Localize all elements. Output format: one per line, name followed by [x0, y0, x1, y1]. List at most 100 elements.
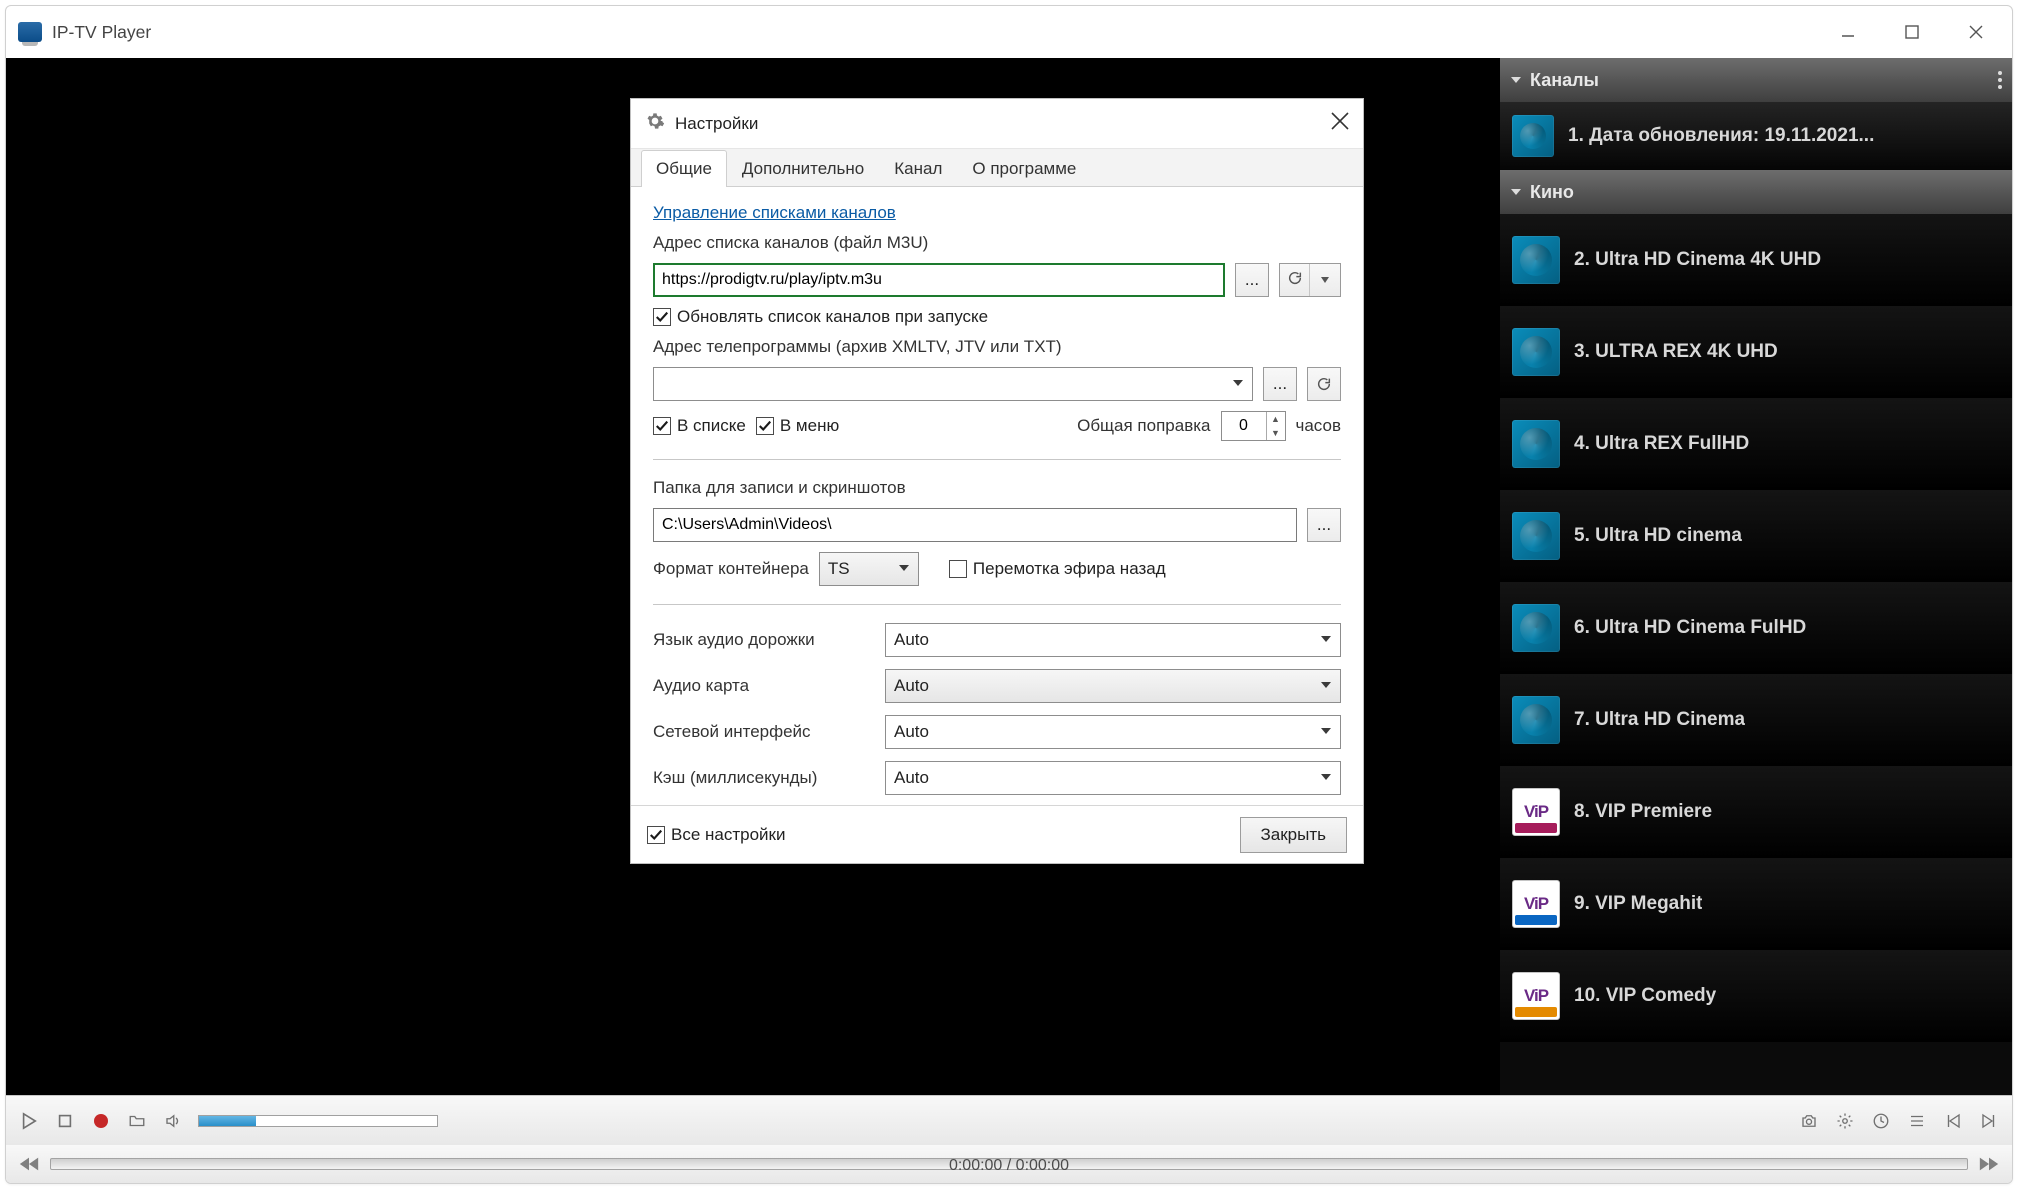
ellipsis-icon: ...	[1245, 270, 1259, 290]
epg-url-combo[interactable]	[653, 367, 1253, 401]
volume-button[interactable]	[162, 1110, 184, 1132]
checkbox-label: В меню	[780, 416, 839, 436]
schedule-button[interactable]	[1870, 1110, 1892, 1132]
channel-item[interactable]: 4. Ultra REX FullHD	[1500, 398, 2012, 490]
channel-item[interactable]: ViP 8. VIP Premiere	[1500, 766, 2012, 858]
tab-advanced[interactable]: Дополнительно	[727, 150, 879, 187]
tab-general[interactable]: Общие	[641, 150, 727, 187]
folder-label: Папка для записи и скриншотов	[653, 478, 1341, 498]
channel-label: 1. Дата обновления: 19.11.2021...	[1568, 125, 1874, 147]
playlist-toggle-button[interactable]	[1906, 1110, 1928, 1132]
epg-browse-button[interactable]: ...	[1263, 367, 1297, 401]
next-track-button[interactable]	[1978, 1110, 2000, 1132]
screenshot-button[interactable]	[1798, 1110, 1820, 1132]
volume-slider[interactable]	[198, 1115, 438, 1127]
epg-in-menu-checkbox[interactable]: В меню	[756, 416, 839, 436]
manage-lists-link[interactable]: Управление списками каналов	[653, 203, 1341, 223]
channel-thumbnail-icon	[1512, 115, 1554, 157]
audio-track-combo[interactable]: Auto	[885, 623, 1341, 657]
separator	[653, 459, 1341, 460]
maximize-button[interactable]	[1880, 10, 1944, 54]
channel-label: 6. Ultra HD Cinema FulHD	[1574, 617, 1806, 639]
container-label: Формат контейнера	[653, 559, 809, 579]
spinner-down-icon[interactable]: ▼	[1267, 426, 1285, 440]
settings-dialog: Настройки Общие Дополнительно Канал О пр…	[630, 98, 1364, 864]
seek-forward-button[interactable]	[1978, 1155, 2000, 1173]
offset-hours-spinner[interactable]: ▲ ▼	[1221, 411, 1286, 441]
channel-thumbnail-icon: ViP	[1512, 788, 1560, 836]
channel-item[interactable]: 7. Ultra HD Cinema	[1500, 674, 2012, 766]
audio-card-combo[interactable]: Auto	[885, 669, 1341, 703]
close-dialog-button[interactable]: Закрыть	[1240, 817, 1347, 853]
m3u-browse-button[interactable]: ...	[1235, 263, 1269, 297]
channel-label: 8. VIP Premiere	[1574, 801, 1712, 823]
spinner-up-icon[interactable]: ▲	[1267, 412, 1285, 426]
offset-hours-input[interactable]	[1222, 416, 1266, 436]
dialog-close-button[interactable]	[1331, 112, 1349, 135]
channels-list[interactable]: 1. Дата обновления: 19.11.2021... Кино 2…	[1500, 102, 2012, 1095]
stop-button[interactable]	[54, 1110, 76, 1132]
channel-label: 9. VIP Megahit	[1574, 893, 1702, 915]
separator	[653, 604, 1341, 605]
channels-group-label: Кино	[1530, 182, 1574, 203]
channel-label: 4. Ultra REX FullHD	[1574, 433, 1749, 455]
epg-refresh-button[interactable]	[1307, 367, 1341, 401]
record-button[interactable]	[90, 1110, 112, 1132]
m3u-url-input[interactable]	[653, 263, 1225, 297]
checkbox-label: Перемотка эфира назад	[973, 559, 1166, 579]
epg-in-list-checkbox[interactable]: В списке	[653, 416, 746, 436]
channel-item[interactable]: 1. Дата обновления: 19.11.2021...	[1500, 102, 2012, 170]
folder-browse-button[interactable]: ...	[1307, 508, 1341, 542]
checkbox-label: Обновлять список каналов при запуске	[677, 307, 988, 327]
channel-item[interactable]: 2. Ultra HD Cinema 4K UHD	[1500, 214, 2012, 306]
channel-item[interactable]: 5. Ultra HD cinema	[1500, 490, 2012, 582]
chevron-down-icon	[1320, 630, 1332, 650]
settings-tabs: Общие Дополнительно Канал О программе	[631, 149, 1363, 187]
channels-group-cinema[interactable]: Кино	[1500, 170, 2012, 214]
audio-card-value: Auto	[894, 676, 929, 696]
m3u-refresh-button[interactable]	[1279, 263, 1341, 297]
app-icon	[18, 22, 42, 42]
channel-thumbnail-icon	[1512, 236, 1560, 284]
channels-menu-icon[interactable]	[1998, 71, 2002, 89]
container-value: TS	[828, 559, 850, 579]
all-settings-checkbox[interactable]: Все настройки	[647, 825, 785, 845]
seek-back-button[interactable]	[18, 1155, 40, 1173]
channel-item[interactable]: 6. Ultra HD Cinema FulHD	[1500, 582, 2012, 674]
seek-slider[interactable]: 0:00:00 / 0:00:00	[50, 1158, 1968, 1170]
channel-label: 10. VIP Comedy	[1574, 985, 1716, 1007]
rewind-checkbox[interactable]: Перемотка эфира назад	[949, 559, 1166, 579]
channel-item[interactable]: 3. ULTRA REX 4K UHD	[1500, 306, 2012, 398]
chevron-down-icon	[1232, 374, 1244, 394]
channel-thumbnail-icon	[1512, 604, 1560, 652]
chevron-down-icon	[1320, 722, 1332, 742]
cache-combo[interactable]: Auto	[885, 761, 1341, 795]
net-iface-combo[interactable]: Auto	[885, 715, 1341, 749]
open-file-button[interactable]	[126, 1110, 148, 1132]
channel-thumbnail-icon	[1512, 512, 1560, 560]
tab-channel[interactable]: Канал	[879, 150, 957, 187]
channel-item[interactable]: ViP 9. VIP Megahit	[1500, 858, 2012, 950]
container-format-combo[interactable]: TS	[819, 552, 919, 586]
channel-thumbnail-icon	[1512, 328, 1560, 376]
prev-track-button[interactable]	[1942, 1110, 1964, 1132]
refresh-icon	[1287, 270, 1303, 291]
audio-track-label: Язык аудио дорожки	[653, 630, 873, 650]
tab-about[interactable]: О программе	[957, 150, 1091, 187]
play-button[interactable]	[18, 1110, 40, 1132]
channel-item[interactable]: ViP 10. VIP Comedy	[1500, 950, 2012, 1042]
update-on-start-checkbox[interactable]: Обновлять список каналов при запуске	[653, 307, 1341, 327]
window-title: IP-TV Player	[52, 22, 1816, 43]
channels-header[interactable]: Каналы	[1500, 58, 2012, 102]
record-folder-input[interactable]	[653, 508, 1297, 542]
net-iface-value: Auto	[894, 722, 929, 742]
minimize-button[interactable]	[1816, 10, 1880, 54]
channels-pane: Каналы 1. Дата обновления: 19.11.2021...…	[1500, 58, 2012, 1095]
hours-label: часов	[1296, 416, 1342, 436]
audio-card-label: Аудио карта	[653, 676, 873, 696]
settings-button[interactable]	[1834, 1110, 1856, 1132]
collapse-arrow-icon	[1510, 182, 1522, 203]
net-iface-label: Сетевой интерфейс	[653, 722, 873, 742]
close-button[interactable]	[1944, 10, 2008, 54]
audio-track-value: Auto	[894, 630, 929, 650]
